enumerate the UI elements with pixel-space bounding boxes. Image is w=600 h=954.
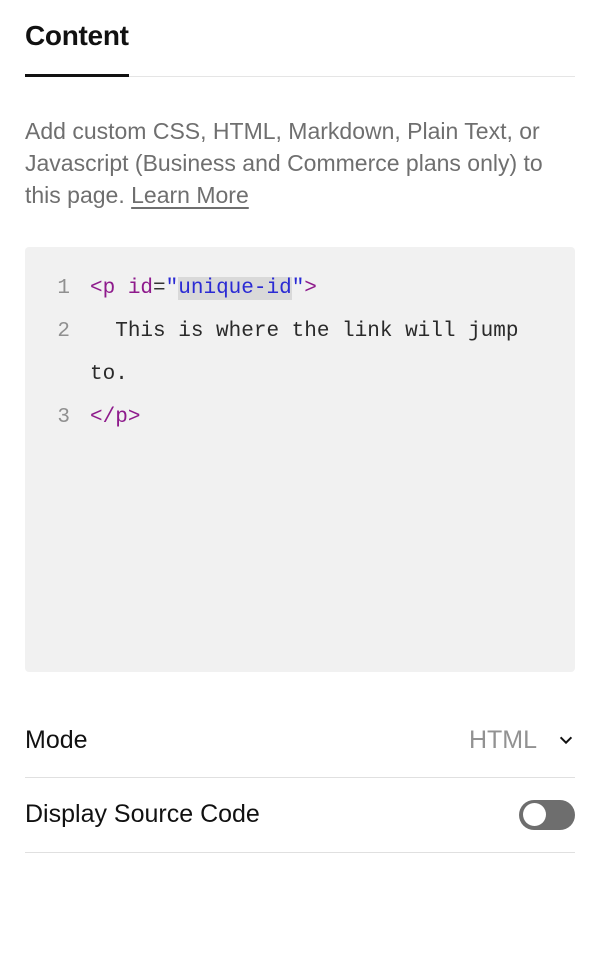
line-content: <p id="unique-id">	[90, 267, 555, 310]
mode-label: Mode	[25, 726, 88, 755]
tab-content[interactable]: Content	[25, 20, 129, 77]
line-number: 3	[35, 396, 90, 439]
mode-value-group: HTML	[469, 726, 575, 755]
code-editor[interactable]: 1<p id="unique-id">2 This is where the l…	[25, 247, 575, 672]
line-content: This is where the link will jump to.	[90, 310, 555, 396]
code-line: 3</p>	[35, 396, 555, 439]
line-number: 2	[35, 310, 90, 396]
display-source-row: Display Source Code	[25, 778, 575, 853]
description-body: Add custom CSS, HTML, Markdown, Plain Te…	[25, 118, 543, 208]
display-source-label: Display Source Code	[25, 800, 260, 829]
line-number: 1	[35, 267, 90, 310]
chevron-down-icon	[557, 731, 575, 749]
mode-value: HTML	[469, 726, 537, 755]
tab-bar: Content	[25, 20, 575, 77]
description-text: Add custom CSS, HTML, Markdown, Plain Te…	[25, 115, 575, 212]
code-line: 2 This is where the link will jump to.	[35, 310, 555, 396]
learn-more-link[interactable]: Learn More	[131, 182, 249, 208]
mode-row[interactable]: Mode HTML	[25, 704, 575, 778]
line-content: </p>	[90, 396, 555, 439]
code-line: 1<p id="unique-id">	[35, 267, 555, 310]
display-source-toggle[interactable]	[519, 800, 575, 830]
